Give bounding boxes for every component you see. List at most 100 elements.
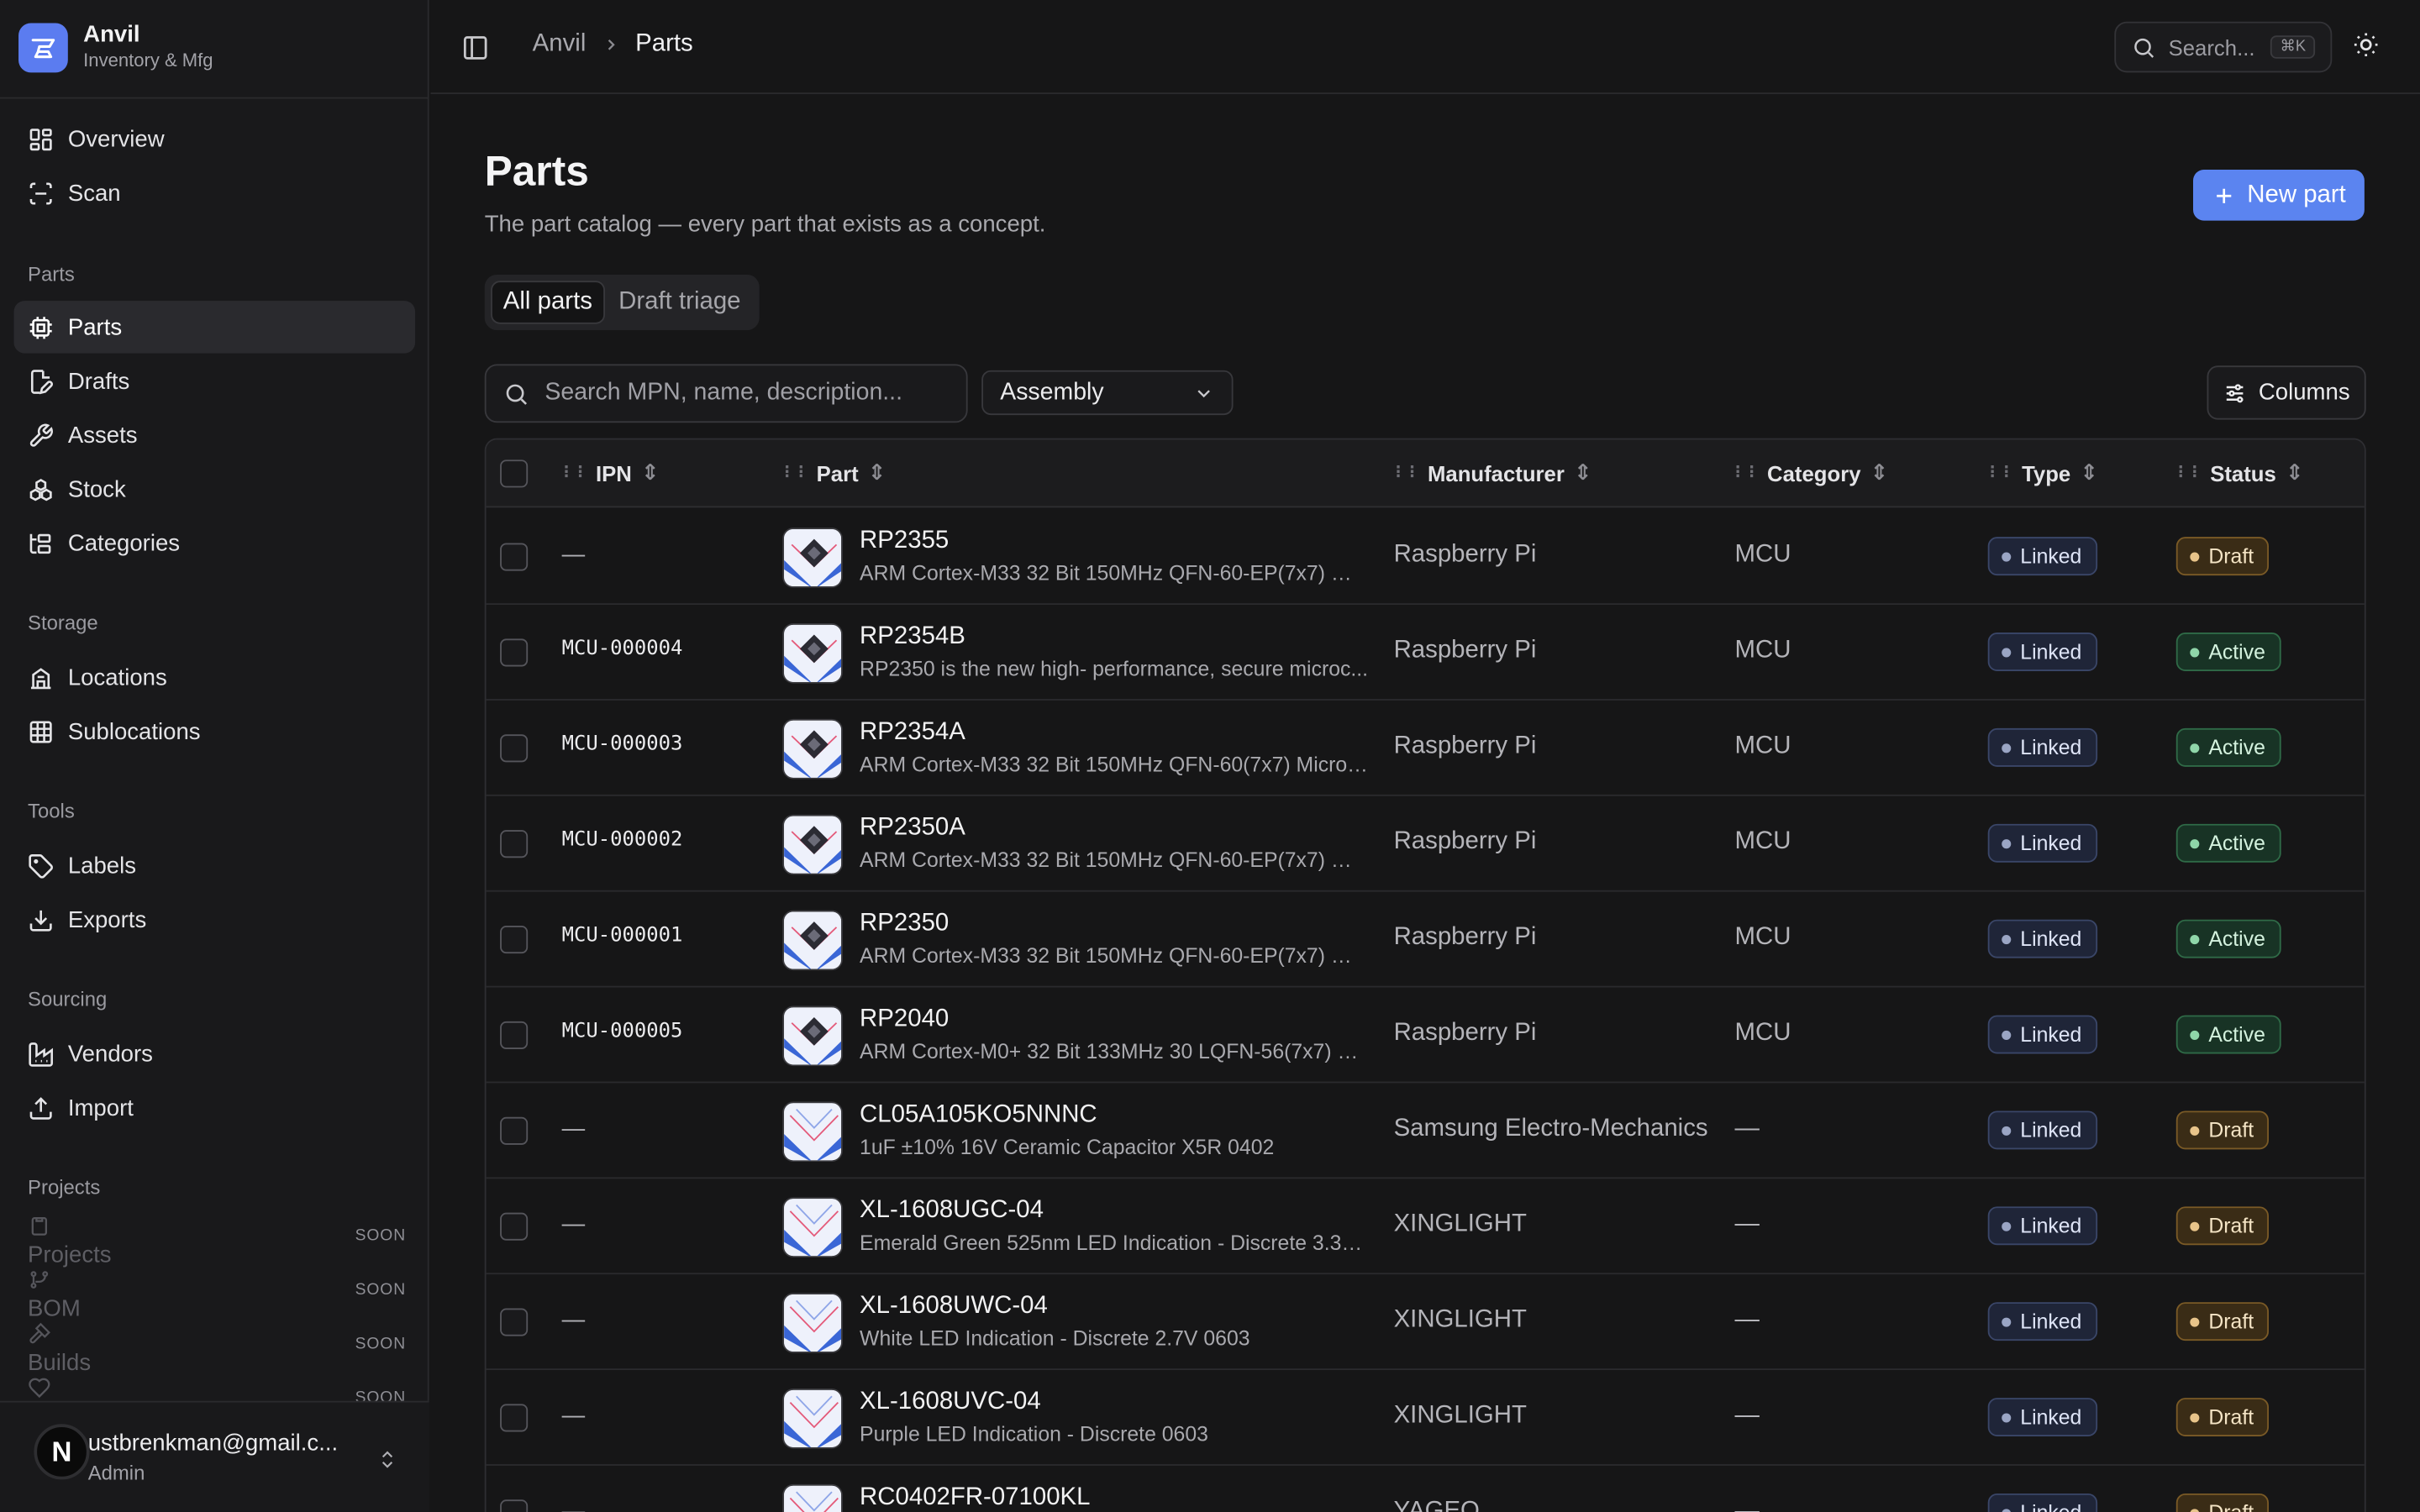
- select-all-checkbox[interactable]: [500, 459, 529, 488]
- column-label: Manufacturer: [1427, 460, 1565, 486]
- row-checkbox[interactable]: [500, 1499, 529, 1512]
- column-header-manufacturer[interactable]: ⋮⋮ Manufacturer ⇕: [1391, 459, 1592, 486]
- category-cell: MCU: [1734, 637, 1791, 664]
- soon-badge: SOON: [355, 1226, 407, 1246]
- manufacturer-cell: Raspberry Pi: [1393, 541, 1537, 568]
- column-header-status[interactable]: ⋮⋮ Status ⇕: [2173, 459, 2303, 486]
- table-row[interactable]: — XL-1608UWC-04 White LED Indication - Dis…: [486, 1274, 2365, 1371]
- sidebar-item-scan[interactable]: Scan: [14, 166, 416, 218]
- row-checkbox[interactable]: [500, 1021, 529, 1049]
- sort-icon: ⇕: [2080, 459, 2098, 485]
- part-name[interactable]: XL-1608UGC-04: [860, 1197, 1044, 1225]
- global-search[interactable]: Search... ⌘K: [2114, 21, 2333, 73]
- type-filter-value: Assembly: [1000, 378, 1104, 406]
- part-description: ARM Cortex-M33 32 Bit 150MHz QFN-60(7x7)…: [860, 753, 1370, 776]
- drag-handle-icon[interactable]: ⋮⋮: [1985, 465, 2014, 481]
- part-thumbnail: [782, 718, 843, 780]
- table-row[interactable]: MCU-000001 RP2350 ARM Cortex-M33 32 Bit 15…: [486, 892, 2365, 988]
- parts-search-input[interactable]: Search MPN, name, description...: [484, 364, 968, 423]
- table-row[interactable]: MCU-000003 RP2354A ARM Cortex-M33 32 Bit 1…: [486, 701, 2365, 796]
- sidebar-item-exports[interactable]: Exports: [14, 893, 416, 945]
- column-header-part[interactable]: ⋮⋮ Part ⇕: [780, 459, 886, 486]
- tab-all-parts[interactable]: All parts: [491, 281, 605, 324]
- ipn-cell: MCU-000003: [561, 732, 683, 756]
- drag-handle-icon[interactable]: ⋮⋮: [559, 465, 588, 481]
- sidebar-item-projects[interactable]: Projects SOON: [28, 1215, 406, 1268]
- table-row[interactable]: MCU-000004 RP2354B RP2350 is the new high-…: [486, 605, 2365, 701]
- column-label: Status: [2210, 460, 2276, 486]
- sidebar-item-drafts[interactable]: Drafts: [14, 354, 416, 407]
- row-checkbox[interactable]: [500, 638, 529, 667]
- sidebar-item-locations[interactable]: Locations: [14, 651, 416, 703]
- new-part-button[interactable]: New part: [2192, 170, 2365, 221]
- type-badge: Linked: [1987, 823, 2097, 863]
- column-header-category[interactable]: ⋮⋮ Category ⇕: [1730, 459, 1888, 486]
- part-name[interactable]: XL-1608UWC-04: [860, 1293, 1048, 1320]
- sort-icon: ⇕: [640, 459, 660, 485]
- type-badge: Linked: [1987, 727, 2097, 767]
- table-row[interactable]: — XL-1608UVC-04 Purple LED Indication - Di…: [486, 1370, 2365, 1466]
- sidebar-item-stock[interactable]: Stock: [14, 463, 416, 515]
- sidebar-item-label: Categories: [67, 529, 181, 557]
- sidebar-item-import[interactable]: Import: [14, 1082, 416, 1134]
- table-row[interactable]: — XL-1608UGC-04 Emerald Green 525nm LED In…: [486, 1179, 2365, 1275]
- sidebar-item-labels[interactable]: Labels: [14, 839, 416, 891]
- breadcrumb-parts: Parts: [635, 30, 693, 57]
- drag-handle-icon[interactable]: ⋮⋮: [780, 465, 809, 481]
- row-checkbox[interactable]: [500, 543, 529, 571]
- drag-handle-icon[interactable]: ⋮⋮: [1730, 465, 1760, 481]
- part-name[interactable]: RP2040: [860, 1006, 949, 1034]
- badge-dot: [2002, 1030, 2012, 1040]
- part-name[interactable]: XL-1608UVC-04: [860, 1389, 1041, 1416]
- part-name[interactable]: RC0402FR-07100KL: [860, 1484, 1090, 1512]
- sliders-icon: [2227, 383, 2244, 402]
- row-checkbox[interactable]: [500, 830, 529, 858]
- sidebar-item-vendors[interactable]: Vendors: [14, 1027, 416, 1079]
- clipboard-icon: [31, 1216, 48, 1236]
- badge-dot: [2190, 1412, 2200, 1422]
- table-row[interactable]: — RP2355 ARM Cortex-M33 32 Bit 150MHz QFN-…: [486, 509, 2365, 605]
- breadcrumb-anvil[interactable]: Anvil: [533, 31, 587, 59]
- table-row[interactable]: MCU-000005 RP2040 ARM Cortex-M0+ 32 Bit 13…: [486, 988, 2365, 1084]
- part-thumbnail: [782, 1101, 843, 1163]
- sidebar-item-builds[interactable]: Builds SOON: [28, 1322, 406, 1376]
- scan-icon: [29, 181, 52, 204]
- sidebar-item-parts[interactable]: Parts: [13, 301, 416, 354]
- part-name[interactable]: CL05A105KO5NNNC: [860, 1101, 1097, 1129]
- part-name[interactable]: RP2355: [860, 528, 949, 555]
- table-row[interactable]: — RC0402FR-07100KL YAGEO — Linked Draft: [487, 1466, 2365, 1512]
- drag-handle-icon[interactable]: ⋮⋮: [2173, 465, 2202, 481]
- row-checkbox[interactable]: [500, 1212, 529, 1241]
- drag-handle-icon[interactable]: ⋮⋮: [1391, 465, 1420, 481]
- sidebar-item-sublocations[interactable]: Sublocations: [14, 705, 416, 757]
- sidebar-item-overview[interactable]: Overview: [14, 113, 416, 165]
- row-checkbox[interactable]: [500, 926, 529, 954]
- type-filter-select[interactable]: Assembly: [981, 370, 1234, 416]
- column-header-type[interactable]: ⋮⋮ Type ⇕: [1985, 459, 2098, 486]
- part-description: ARM Cortex-M0+ 32 Bit 133MHz 30 LQFN-56(…: [860, 1039, 1370, 1063]
- tab-draft-triage[interactable]: Draft triage: [608, 281, 751, 323]
- sidebar-item-categories[interactable]: Categories: [14, 517, 416, 569]
- brand[interactable]: Anvil Inventory & Mfg: [18, 22, 213, 73]
- sidebar-item-assets[interactable]: Assets: [14, 409, 416, 461]
- row-checkbox[interactable]: [500, 1116, 529, 1145]
- user-menu[interactable]: N ustbrenkman@gmail.c... Admin: [0, 1400, 429, 1512]
- sidebar-item-bom[interactable]: BOM SOON: [28, 1268, 406, 1322]
- part-name[interactable]: RP2350A: [860, 815, 965, 843]
- row-checkbox[interactable]: [500, 1308, 529, 1336]
- type-badge: Linked: [1987, 537, 2097, 576]
- sun-icon[interactable]: [2352, 31, 2380, 59]
- columns-button[interactable]: Columns: [2207, 365, 2366, 420]
- sidebar-toggle-icon[interactable]: [461, 34, 489, 61]
- brand-subtitle: Inventory & Mfg: [83, 49, 213, 71]
- part-name[interactable]: RP2354A: [860, 719, 965, 747]
- part-name[interactable]: RP2354B: [860, 623, 965, 651]
- row-checkbox[interactable]: [500, 1404, 529, 1432]
- table-row[interactable]: — CL05A105KO5NNNC 1uF ±10% 16V Ceramic Cap…: [486, 1083, 2365, 1179]
- column-header-ipn[interactable]: ⋮⋮ IPN ⇕: [559, 459, 660, 486]
- table-row[interactable]: MCU-000002 RP2350A ARM Cortex-M33 32 Bit 1…: [486, 796, 2365, 892]
- part-name[interactable]: RP2350: [860, 911, 949, 938]
- status-badge: Draft: [2175, 1302, 2270, 1341]
- row-checkbox[interactable]: [500, 734, 529, 763]
- status-badge-label: Active: [2208, 927, 2265, 951]
